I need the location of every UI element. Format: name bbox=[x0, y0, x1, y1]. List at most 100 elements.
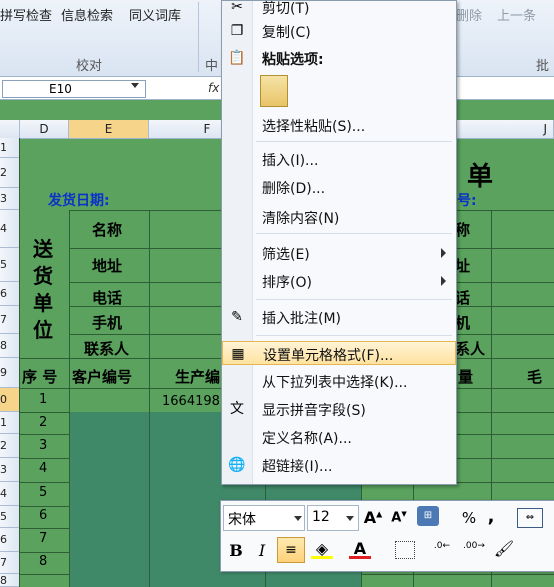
cell-f10-value[interactable]: 1664198 bbox=[162, 394, 220, 409]
menu-item-13[interactable]: 文 显示拼音字段(S) bbox=[222, 397, 456, 421]
field-phone: 电话 bbox=[92, 289, 123, 307]
serial-cell[interactable]: 7 bbox=[39, 531, 47, 546]
ribbon-research[interactable]: 信息检索 bbox=[61, 5, 113, 24]
decrease-decimal-icon[interactable]: .0← bbox=[429, 541, 455, 551]
font-color-icon[interactable]: A bbox=[349, 539, 371, 559]
percent-icon[interactable]: % bbox=[461, 509, 477, 527]
vertical-label-3: 单 bbox=[33, 291, 53, 315]
scissors-icon: ✂ bbox=[231, 0, 243, 15]
decrease-font-icon[interactable]: A▼ bbox=[389, 510, 409, 525]
ribbon-thesaurus[interactable]: 同义词库 bbox=[129, 5, 181, 24]
name-box[interactable]: E10 bbox=[2, 80, 146, 98]
row-header[interactable]: 8 bbox=[0, 334, 19, 358]
serial-cell[interactable]: 6 bbox=[39, 508, 47, 523]
vertical-label-2: 货 bbox=[33, 264, 53, 288]
field-address: 地址 bbox=[92, 257, 123, 275]
row-header[interactable]: 4 bbox=[0, 210, 19, 248]
row-header[interactable]: 3 bbox=[0, 458, 19, 482]
fx-icon[interactable]: fx bbox=[208, 81, 219, 95]
menu-item-5[interactable]: 插入(I)... bbox=[222, 147, 456, 171]
menu-item-10[interactable]: ✎ 插入批注(M) bbox=[222, 305, 456, 329]
font-name-dropdown-icon[interactable] bbox=[294, 516, 302, 521]
column-header-j[interactable]: J bbox=[457, 120, 554, 138]
menu-item-12[interactable]: 从下拉列表中选择(K)... bbox=[222, 369, 456, 393]
field-contact: 联系人 bbox=[84, 340, 130, 358]
right-field-phone: 话 bbox=[455, 289, 471, 307]
ribbon-previous-comment[interactable]: 上一条 bbox=[497, 5, 536, 24]
serial-cell[interactable]: 8 bbox=[39, 554, 47, 569]
border-icon[interactable] bbox=[395, 541, 415, 559]
serial-cell[interactable]: 4 bbox=[39, 461, 47, 476]
row-header[interactable]: 1 bbox=[0, 412, 19, 434]
menu-item-label: 插入(I)... bbox=[262, 153, 319, 169]
row-header[interactable]: 7 bbox=[0, 306, 19, 334]
ribbon-group-comments-partial: 批 bbox=[536, 59, 550, 74]
serial-cell[interactable]: 5 bbox=[39, 485, 47, 500]
row-header[interactable]: 9 bbox=[0, 358, 19, 388]
font-size-select[interactable]: 12 bbox=[307, 505, 359, 531]
sheet-title-char: 单 bbox=[467, 162, 494, 192]
row-header[interactable]: 5 bbox=[0, 506, 19, 528]
ribbon-separator bbox=[198, 2, 199, 72]
menu-item-4[interactable]: 选择性粘贴(S)... bbox=[222, 113, 456, 137]
comma-icon[interactable]: , bbox=[483, 506, 499, 527]
increase-decimal-icon[interactable]: .00→ bbox=[461, 541, 487, 551]
italic-icon[interactable]: I bbox=[253, 541, 271, 560]
column-header-e[interactable]: E bbox=[69, 120, 149, 138]
serial-cell[interactable]: 1 bbox=[39, 392, 47, 407]
ship-date-label: 发货日期: bbox=[48, 193, 110, 209]
menu-item-0[interactable]: ✂ 剪切(T) bbox=[222, 0, 456, 19]
select-all[interactable] bbox=[0, 120, 20, 138]
right-field-address: 址 bbox=[455, 257, 471, 275]
row-header[interactable]: 3 bbox=[0, 188, 19, 210]
row-header[interactable]: 7 bbox=[0, 552, 19, 574]
row-header[interactable]: 6 bbox=[0, 282, 19, 306]
menu-item-15[interactable]: 🌐 超链接(I)... bbox=[222, 453, 456, 477]
row-header[interactable]: 1 bbox=[0, 138, 19, 158]
menu-item-1[interactable]: ❐ 复制(C) bbox=[222, 19, 456, 43]
menu-item-6[interactable]: 删除(D)... bbox=[222, 175, 456, 199]
context-menu: ✂ 剪切(T) ❐ 复制(C) 📋 粘贴选项: 选择性粘贴(S)... 插入(I)... 删除(… bbox=[221, 0, 457, 485]
header-serial: 序 号 bbox=[22, 368, 58, 386]
increase-font-icon[interactable]: A▲ bbox=[363, 508, 383, 527]
menu-item-label: 排序(O) bbox=[262, 275, 312, 291]
fill-color-icon[interactable]: ◈ bbox=[311, 539, 333, 559]
bold-icon[interactable]: B bbox=[227, 541, 245, 560]
row-header[interactable]: 0 bbox=[0, 388, 19, 412]
selected-range[interactable] bbox=[70, 412, 149, 587]
menu-item-label: 选择性粘贴(S)... bbox=[262, 119, 366, 135]
row-header[interactable]: 4 bbox=[0, 482, 19, 506]
menu-item-7[interactable]: 清除内容(N) bbox=[222, 205, 456, 229]
menu-item-label: 复制(C) bbox=[262, 25, 311, 41]
column-header-d[interactable]: D bbox=[20, 120, 69, 138]
font-size-dropdown-icon[interactable] bbox=[346, 516, 354, 521]
menu-item-3[interactable] bbox=[222, 73, 456, 109]
name-box-dropdown-icon[interactable] bbox=[131, 83, 139, 88]
menu-item-14[interactable]: 定义名称(A)... bbox=[222, 425, 456, 449]
format-painter-icon[interactable]: 🖌 bbox=[493, 539, 515, 558]
font-name-select[interactable]: 宋体 bbox=[223, 505, 305, 531]
serial-cell[interactable]: 3 bbox=[39, 438, 47, 453]
field-name: 名称 bbox=[92, 221, 123, 239]
row-header[interactable]: 2 bbox=[0, 434, 19, 458]
format-cells-icon: ▦ bbox=[231, 346, 245, 362]
align-center-icon[interactable]: ≡ bbox=[277, 537, 305, 563]
merge-icon[interactable]: ⇔ bbox=[517, 508, 543, 528]
name-box-value: E10 bbox=[49, 82, 72, 96]
right-field-contact: 系人 bbox=[455, 340, 486, 358]
menu-item-label: 插入批注(M) bbox=[262, 311, 342, 327]
ribbon-delete-comment[interactable]: 删除 bbox=[456, 5, 482, 24]
menu-item-label: 显示拼音字段(S) bbox=[262, 403, 366, 419]
serial-cell[interactable]: 2 bbox=[39, 415, 47, 430]
format-icon[interactable]: ⊞ bbox=[417, 506, 439, 526]
menu-item-2[interactable]: 📋 粘贴选项: bbox=[222, 46, 456, 70]
row-header[interactable]: 5 bbox=[0, 248, 19, 282]
row-header[interactable]: 2 bbox=[0, 158, 19, 188]
row-header[interactable]: 6 bbox=[0, 528, 19, 552]
menu-item-8[interactable]: 筛选(E) bbox=[222, 241, 456, 265]
menu-item-9[interactable]: 排序(O) bbox=[222, 269, 456, 293]
menu-item-11[interactable]: ▦ 设置单元格格式(F)... bbox=[222, 341, 456, 365]
paste-option-icon bbox=[260, 75, 288, 107]
row-header[interactable]: 8 bbox=[0, 574, 19, 587]
ribbon-spell-check[interactable]: 拼写检查 bbox=[0, 5, 52, 24]
